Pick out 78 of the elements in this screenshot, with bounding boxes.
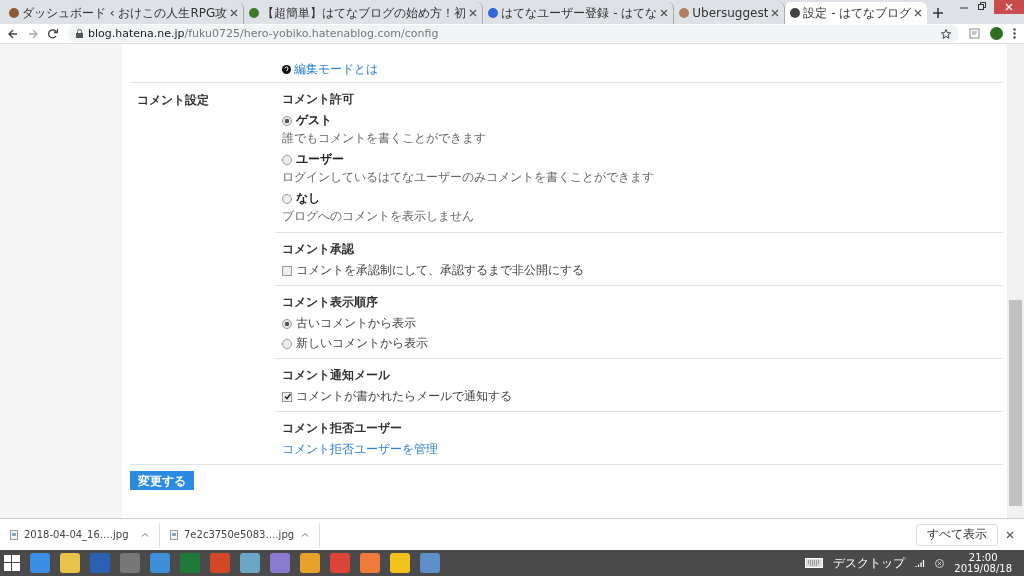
clock-date: 2019/08/18: [954, 563, 1012, 574]
option-label: コメントを承認制にして、承認するまで非公開にする: [296, 262, 584, 279]
option-description: ブログへのコメントを表示しません: [282, 208, 475, 225]
app-icon[interactable]: [150, 553, 170, 573]
option-description: ログインしているはてなユーザーのみコメントを書くことができます: [282, 169, 655, 186]
close-icon[interactable]: [771, 9, 780, 17]
close-icon[interactable]: [660, 9, 669, 17]
app-icon[interactable]: [120, 553, 140, 573]
help-link[interactable]: 編集モードとは: [294, 60, 378, 78]
group-title: コメント通知メール: [282, 367, 391, 384]
reload-icon[interactable]: [48, 28, 58, 39]
save-button[interactable]: 変更する: [130, 471, 194, 490]
windows-logo-icon[interactable]: [4, 555, 20, 571]
option-label: 古いコメントから表示: [296, 315, 416, 332]
desktop-label[interactable]: デスクトップ: [833, 554, 906, 572]
file-icon: [10, 529, 18, 540]
group-title: コメント許可: [282, 91, 355, 108]
group-title: コメント承認: [282, 241, 355, 258]
avatar-icon[interactable]: [990, 27, 1003, 40]
group-title: コメント表示順序: [282, 294, 379, 311]
radio-button[interactable]: [282, 115, 292, 126]
close-circle-icon: [935, 558, 945, 568]
app-icon[interactable]: [420, 553, 440, 573]
signal-icon: [915, 559, 926, 567]
help-icon: [282, 64, 291, 74]
app-icon[interactable]: [330, 553, 350, 573]
radio-button[interactable]: [282, 193, 292, 204]
star-icon[interactable]: [941, 28, 951, 39]
checkbox[interactable]: [282, 391, 292, 402]
browser-tab[interactable]: 設定 - はてなブログ: [785, 2, 928, 24]
app-icon[interactable]: [270, 553, 290, 573]
extension-icon[interactable]: [969, 28, 980, 39]
close-icon[interactable]: [469, 9, 478, 17]
favicon-icon: [790, 8, 801, 18]
show-all-button[interactable]: すべて表示: [916, 523, 998, 546]
address-field[interactable]: blog.hatena.ne.jp/fuku0725/hero-yobiko.hatenablog.com/config: [68, 25, 959, 42]
menu-icon[interactable]: [1013, 28, 1016, 39]
app-icon[interactable]: [60, 553, 80, 573]
app-icon[interactable]: [30, 553, 50, 573]
scrollbar[interactable]: [1007, 44, 1024, 518]
radio-button[interactable]: [282, 154, 292, 165]
app-icon[interactable]: [210, 553, 230, 573]
favicon-icon: [679, 8, 690, 18]
new-tab-icon[interactable]: [933, 8, 944, 18]
app-icon[interactable]: [300, 553, 320, 573]
radio-button[interactable]: [282, 338, 292, 349]
option-label: コメントが書かれたらメールで通知する: [296, 388, 512, 405]
app-icon[interactable]: [240, 553, 260, 573]
radio-button[interactable]: [282, 318, 292, 329]
option-description: 誰でもコメントを書くことができます: [282, 130, 487, 147]
option-label: なし: [296, 190, 320, 207]
app-icon[interactable]: [390, 553, 410, 573]
option-label: ゲスト: [296, 112, 332, 129]
download-item[interactable]: 2018-04-04_16….jpg: [0, 522, 160, 547]
keyboard-icon[interactable]: [805, 558, 824, 568]
section-label: コメント設定: [136, 92, 210, 109]
file-icon: [170, 529, 178, 540]
option-label: ユーザー: [296, 151, 344, 168]
back-icon[interactable]: [8, 28, 18, 39]
close-window-icon[interactable]: [994, 0, 1024, 14]
close-icon[interactable]: [1006, 530, 1014, 539]
caret-icon[interactable]: [141, 532, 149, 537]
close-icon[interactable]: [230, 9, 239, 17]
app-icon[interactable]: [360, 553, 380, 573]
clock-time: 21:00: [968, 552, 998, 563]
restore-icon[interactable]: [978, 2, 986, 10]
close-icon[interactable]: [914, 9, 923, 17]
manage-link[interactable]: コメント拒否ユーザーを管理: [282, 441, 1003, 458]
group-title: コメント拒否ユーザー: [282, 420, 403, 437]
checkbox[interactable]: [282, 265, 292, 276]
forward-icon[interactable]: [28, 28, 38, 39]
favicon-icon: [9, 8, 19, 18]
caret-icon[interactable]: [301, 532, 309, 537]
favicon-icon: [488, 8, 499, 18]
favicon-icon: [249, 8, 260, 18]
option-label: 新しいコメントから表示: [296, 335, 428, 352]
lock-icon: [76, 29, 83, 38]
download-item[interactable]: 7e2c3750e5083….jpg: [160, 522, 320, 547]
